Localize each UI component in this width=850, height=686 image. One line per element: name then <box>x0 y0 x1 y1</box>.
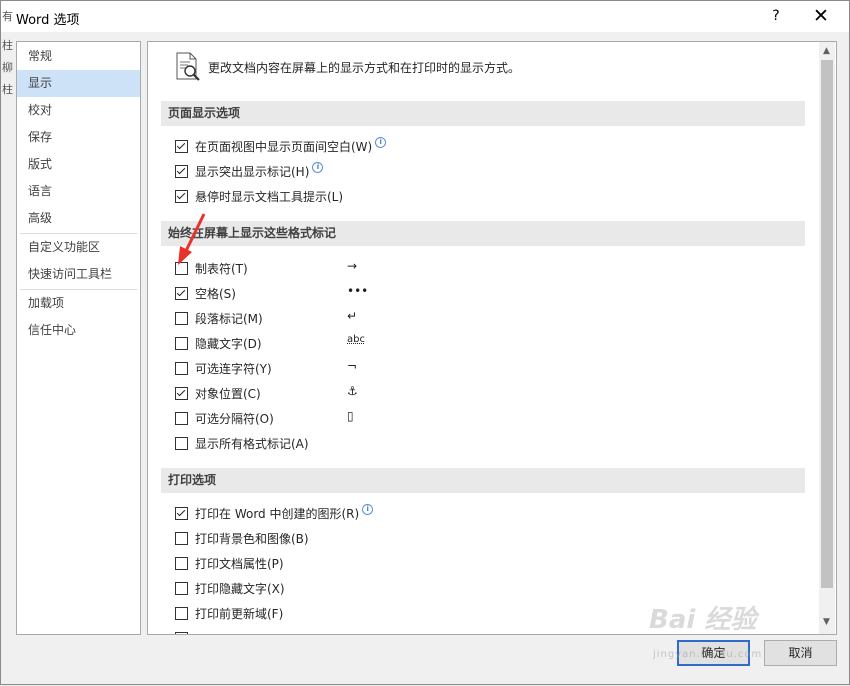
word-options-dialog: Word 选项 ? ✕ 有 柱 柳 柱 常规 显示 校对 保存 版式 语言 高级… <box>0 0 850 685</box>
baidu-watermark: Bai 经验 <box>649 605 757 635</box>
red-annotation-arrow-icon <box>178 213 206 265</box>
baidu-watermark-url: jingyan.baidu.com <box>653 649 763 660</box>
